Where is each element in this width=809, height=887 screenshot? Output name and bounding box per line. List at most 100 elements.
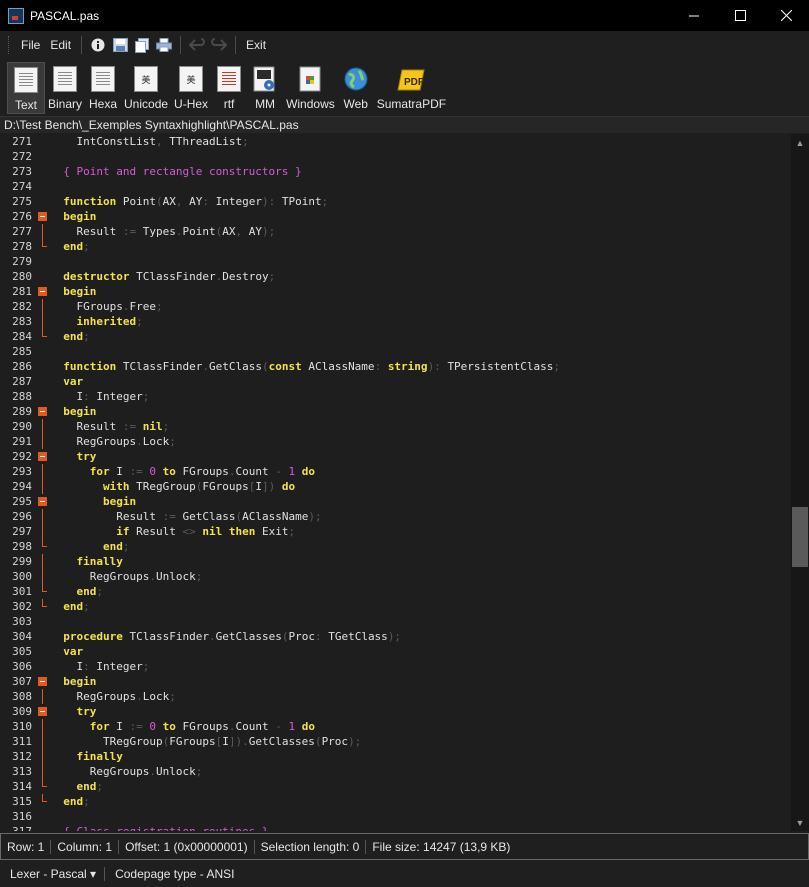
menu-file[interactable]: File xyxy=(16,34,45,56)
code-line[interactable]: try xyxy=(50,449,790,464)
line-number: 273 xyxy=(12,165,32,178)
code-line[interactable]: end; xyxy=(50,239,790,254)
line-number: 288 xyxy=(12,390,32,403)
fold-toggle-icon[interactable] xyxy=(36,209,50,224)
close-button[interactable] xyxy=(763,0,809,31)
fold-toggle-icon[interactable] xyxy=(36,704,50,719)
maximize-button[interactable] xyxy=(717,0,763,31)
code-line[interactable]: var xyxy=(50,374,790,389)
view-windows-button[interactable]: Windows xyxy=(283,62,338,114)
code-line[interactable]: I: Integer; xyxy=(50,389,790,404)
code-line[interactable]: destructor TClassFinder.Destroy; xyxy=(50,269,790,284)
code-line[interactable]: if Result <> nil then Exit; xyxy=(50,524,790,539)
status-bar: Row: 1 Column: 1 Offset: 1 (0x00000001) … xyxy=(0,833,809,860)
view-rtf-button[interactable]: rtf xyxy=(211,62,247,114)
fold-toggle-icon[interactable] xyxy=(36,284,50,299)
code-area[interactable]: IntConstList, TThreadList; { Point and r… xyxy=(50,134,790,831)
save-icon[interactable] xyxy=(111,36,129,54)
code-line[interactable]: end; xyxy=(50,599,790,614)
fold-line xyxy=(36,254,50,269)
view-unicode-button[interactable]: 美 Unicode xyxy=(121,62,171,114)
view-mm-button[interactable]: MM xyxy=(247,62,283,114)
code-line[interactable]: end; xyxy=(50,779,790,794)
code-line[interactable]: RegGroups.Lock; xyxy=(50,434,790,449)
code-line[interactable]: { Class registration routines } xyxy=(50,824,790,831)
print-icon[interactable] xyxy=(155,36,173,54)
code-line[interactable]: RegGroups.Unlock; xyxy=(50,764,790,779)
code-line[interactable]: function Point(AX, AY: Integer): TPoint; xyxy=(50,194,790,209)
toolbar-label: Text xyxy=(14,98,37,112)
menu-edit[interactable]: Edit xyxy=(45,34,76,56)
scroll-up-icon[interactable]: ▲ xyxy=(791,134,809,151)
code-line[interactable]: begin xyxy=(50,674,790,689)
code-line[interactable]: FGroups.Free; xyxy=(50,299,790,314)
view-sumatrapdf-button[interactable]: PDF SumatraPDF xyxy=(374,62,449,114)
line-number: 285 xyxy=(12,345,32,358)
scroll-thumb[interactable] xyxy=(792,507,808,567)
lexer-dropdown[interactable]: Lexer - Pascal ▾ xyxy=(0,866,106,881)
code-line[interactable] xyxy=(50,614,790,629)
code-line[interactable] xyxy=(50,149,790,164)
line-number: 311 xyxy=(12,735,32,748)
code-line[interactable]: begin xyxy=(50,404,790,419)
code-line[interactable]: Result := GetClass(AClassName); xyxy=(50,509,790,524)
code-line[interactable]: var xyxy=(50,644,790,659)
view-text-button[interactable]: Text xyxy=(7,62,45,114)
line-number: 294 xyxy=(12,480,32,493)
fold-toggle-icon[interactable] xyxy=(36,449,50,464)
menu-exit[interactable]: Exit xyxy=(241,34,271,56)
forward-icon[interactable] xyxy=(210,36,228,54)
code-line[interactable]: inherited; xyxy=(50,314,790,329)
back-icon[interactable] xyxy=(188,36,206,54)
line-number: 287 xyxy=(12,375,32,388)
view-uhex-button[interactable]: 美 U-Hex xyxy=(171,62,211,114)
code-line[interactable]: end; xyxy=(50,539,790,554)
minimize-button[interactable] xyxy=(671,0,717,31)
fold-margin[interactable] xyxy=(36,134,50,831)
code-line[interactable]: end; xyxy=(50,584,790,599)
code-line[interactable]: for I := 0 to FGroups.Count - 1 do xyxy=(50,719,790,734)
code-line[interactable]: end; xyxy=(50,794,790,809)
code-line[interactable]: IntConstList, TThreadList; xyxy=(50,134,790,149)
view-binary-button[interactable]: Binary xyxy=(45,62,85,114)
scroll-down-icon[interactable]: ▼ xyxy=(791,814,809,831)
code-line[interactable]: end; xyxy=(50,329,790,344)
code-line[interactable] xyxy=(50,809,790,824)
code-line[interactable] xyxy=(50,254,790,269)
sumatrapdf-icon: PDF xyxy=(397,69,426,91)
view-web-button[interactable]: Web xyxy=(338,62,374,114)
code-line[interactable]: Result := Types.Point(AX, AY); xyxy=(50,224,790,239)
code-line[interactable] xyxy=(50,344,790,359)
menu-separator xyxy=(235,36,237,54)
code-line[interactable]: I: Integer; xyxy=(50,659,790,674)
codepage-label: Codepage type - ANSI xyxy=(115,866,235,881)
fold-line xyxy=(36,599,50,614)
code-editor[interactable]: 271 272 273 274 275 276 277 278 279 280 281 282 283 2… xyxy=(0,134,809,831)
code-line[interactable]: with TRegGroup(FGroups[I]) do xyxy=(50,479,790,494)
code-line[interactable] xyxy=(50,179,790,194)
code-line[interactable]: begin xyxy=(50,209,790,224)
fold-toggle-icon[interactable] xyxy=(36,674,50,689)
code-line[interactable]: begin xyxy=(50,284,790,299)
fold-toggle-icon[interactable] xyxy=(36,494,50,509)
vertical-scrollbar[interactable]: ▲ ▼ xyxy=(791,134,809,831)
code-line[interactable]: RegGroups.Lock; xyxy=(50,689,790,704)
view-hexa-button[interactable]: Hexa xyxy=(85,62,121,114)
code-line[interactable]: for I := 0 to FGroups.Count - 1 do xyxy=(50,464,790,479)
fold-line xyxy=(36,224,50,239)
code-line[interactable]: Result := nil; xyxy=(50,419,790,434)
code-line[interactable]: try xyxy=(50,704,790,719)
code-line[interactable]: RegGroups.Unlock; xyxy=(50,569,790,584)
code-line[interactable]: TRegGroup(FGroups[I]).GetClasses(Proc); xyxy=(50,734,790,749)
code-line[interactable]: function TClassFinder.GetClass(const ACl… xyxy=(50,359,790,374)
copy-icon[interactable] xyxy=(133,36,151,54)
code-line[interactable]: begin xyxy=(50,494,790,509)
line-number: 272 xyxy=(12,150,32,163)
code-line[interactable]: { Point and rectangle constructors } xyxy=(50,164,790,179)
code-line[interactable]: finally xyxy=(50,554,790,569)
fold-toggle-icon[interactable] xyxy=(36,404,50,419)
fold-line xyxy=(36,374,50,389)
info-icon[interactable] xyxy=(89,36,107,54)
code-line[interactable]: finally xyxy=(50,749,790,764)
code-line[interactable]: procedure TClassFinder.GetClasses(Proc: … xyxy=(50,629,790,644)
